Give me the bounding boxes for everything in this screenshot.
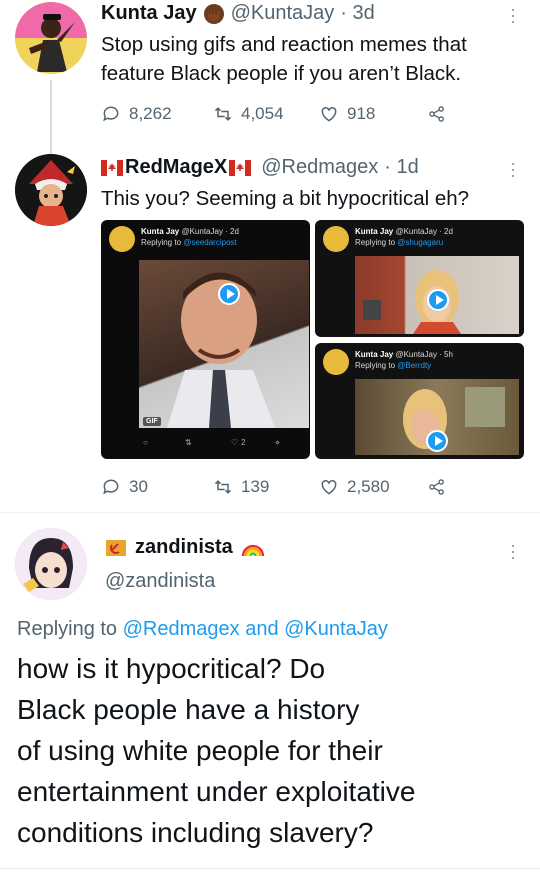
media-image-3[interactable]: Kunta Jay @KuntaJay · 5h Replying to @Be… [315,343,524,459]
embedded-tweet-header: Kunta Jay @KuntaJay · 5h Replying to @Be… [323,349,453,375]
tweet-text-line: feature Black people if you aren’t Black… [101,62,462,85]
retweet-button[interactable]: 139 [213,477,269,497]
reply-button[interactable]: 30 [101,477,148,497]
tweet-text-line: conditions including slavery? [17,817,374,848]
share-button[interactable] [427,104,447,124]
avatar-redmagex[interactable] [15,154,87,226]
embedded-reply-icon: ○ [143,438,148,447]
mini-avatar [323,349,349,375]
tweet-text-line: Black people have a history [17,694,360,725]
hammer-sickle-flag-icon [105,537,127,559]
tweet-text-line: how is it hypocritical? Do [17,653,326,684]
tweet-zandinista: zandinista @zandinista · · · Replying to @… [0,520,540,873]
reply-icon [103,106,119,122]
share-icon [429,106,444,122]
like-count: 918 [347,104,376,123]
replying-users-link[interactable]: @Redmagex and @KuntaJay [123,618,388,640]
embedded-handle: @KuntaJay · 2d [181,227,239,236]
play-icon[interactable] [426,430,448,452]
tweet-text: how is it hypocritical? Do Black people … [17,648,527,853]
tweet-time[interactable]: · 3d [340,2,374,25]
rainbow-emoji-icon [241,538,265,558]
retweet-icon [214,480,232,494]
avatar-kuntajay[interactable] [15,2,87,74]
embedded-like-count: 2 [241,438,246,447]
tweet-text-line: entertainment under exploitative [17,776,416,807]
author-handle[interactable]: @zandinista [105,570,215,593]
more-options-icon[interactable]: · · · [509,154,517,184]
tweet-actions: 30 139 2,580 [101,475,531,499]
avatar-illustration-icon [15,528,87,600]
embedded-reply-to: @Berrdty [397,361,432,370]
tweet-text: Stop using gifs and reaction memes that … [101,30,531,88]
reply-icon [103,479,119,495]
tweet-text-line: of using white people for their [17,735,383,766]
avatar-zandinista[interactable] [15,528,87,600]
embedded-name: Kunta Jay [141,227,180,236]
tweet-text: This you? Seeming a bit hypocritical eh? [101,187,470,210]
embedded-tweet-header: Kunta Jay @KuntaJay · 2d Replying to @se… [109,226,239,252]
embedded-share-icon: ⋄ [275,438,281,447]
avatar-illustration-icon [15,154,87,226]
retweet-icon [214,107,232,121]
heart-icon [321,479,337,495]
reply-button[interactable]: 8,262 [101,104,172,124]
more-options-icon[interactable]: · · · [509,0,517,30]
avatar-illustration-icon [15,2,87,74]
cutoff-divider [0,868,540,869]
reply-count: 30 [129,477,148,496]
replying-label: Replying to [17,618,118,640]
mini-avatar [109,226,135,252]
share-button[interactable] [427,477,447,497]
embedded-tweet-header: Kunta Jay @KuntaJay · 2d Replying to @sh… [323,226,453,252]
embedded-name: Kunta Jay [355,227,394,236]
like-count: 2,580 [347,477,390,496]
reply-count: 8,262 [129,104,172,123]
embedded-reply-to: @seedarcipost [183,238,237,247]
like-button[interactable]: 2,580 [319,477,390,497]
tweet-redmagex: RedMageX @Redmagex · 1d · · · This you? Se… [0,150,540,510]
media-image-2[interactable]: Kunta Jay @KuntaJay · 2d Replying to @sh… [315,220,524,337]
canada-flag-icon [101,159,123,176]
author-handle[interactable]: @Redmagex [261,156,378,179]
embedded-handle: @KuntaJay · 2d [395,227,453,236]
embedded-replying: Replying to [355,361,396,370]
embedded-replying: Replying to [355,238,396,247]
tweet-divider [0,512,540,513]
share-icon [429,479,444,495]
embedded-replying: Replying to [141,238,182,247]
tweet-time[interactable]: · 1d [384,156,418,179]
like-button[interactable]: 918 [319,104,375,124]
tweet-actions: 8,262 4,054 918 [101,102,531,126]
author-name[interactable]: zandinista [135,536,233,559]
author-name[interactable]: RedMageX [125,156,227,179]
embedded-reply-to: @shugagaru [397,238,444,247]
retweet-button[interactable]: 4,054 [213,104,284,124]
heart-icon [321,106,337,122]
thread-line [50,80,52,154]
tweet-text-line: Stop using gifs and reaction memes that [101,33,467,56]
retweet-count: 4,054 [241,104,284,123]
more-options-icon[interactable]: · · · [509,536,517,566]
embedded-retweet-icon: ⇅ [185,438,192,447]
tweet-kuntajay: Kunta Jay @KuntaJay · 3d · · · Stop using … [0,0,540,154]
embedded-like-icon: ♡ [231,438,239,447]
play-icon[interactable] [218,283,240,305]
media-image-gif[interactable]: Kunta Jay @KuntaJay · 2d Replying to @se… [101,220,310,459]
mini-avatar [323,226,349,252]
play-icon[interactable] [427,289,449,311]
embedded-name: Kunta Jay [355,350,394,359]
replying-to: Replying to @Redmagex and @KuntaJay [17,618,388,641]
gif-badge: GIF [143,417,161,426]
author-handle[interactable]: @KuntaJay [231,2,335,25]
raised-fist-emoji-icon [203,3,225,25]
embedded-actions: ○ ⇅ ♡ 2 ⋄ [143,438,293,448]
embedded-handle: @KuntaJay · 5h [395,350,453,359]
canada-flag-icon [229,159,252,176]
retweet-count: 139 [241,477,270,496]
author-name[interactable]: Kunta Jay [101,2,197,25]
